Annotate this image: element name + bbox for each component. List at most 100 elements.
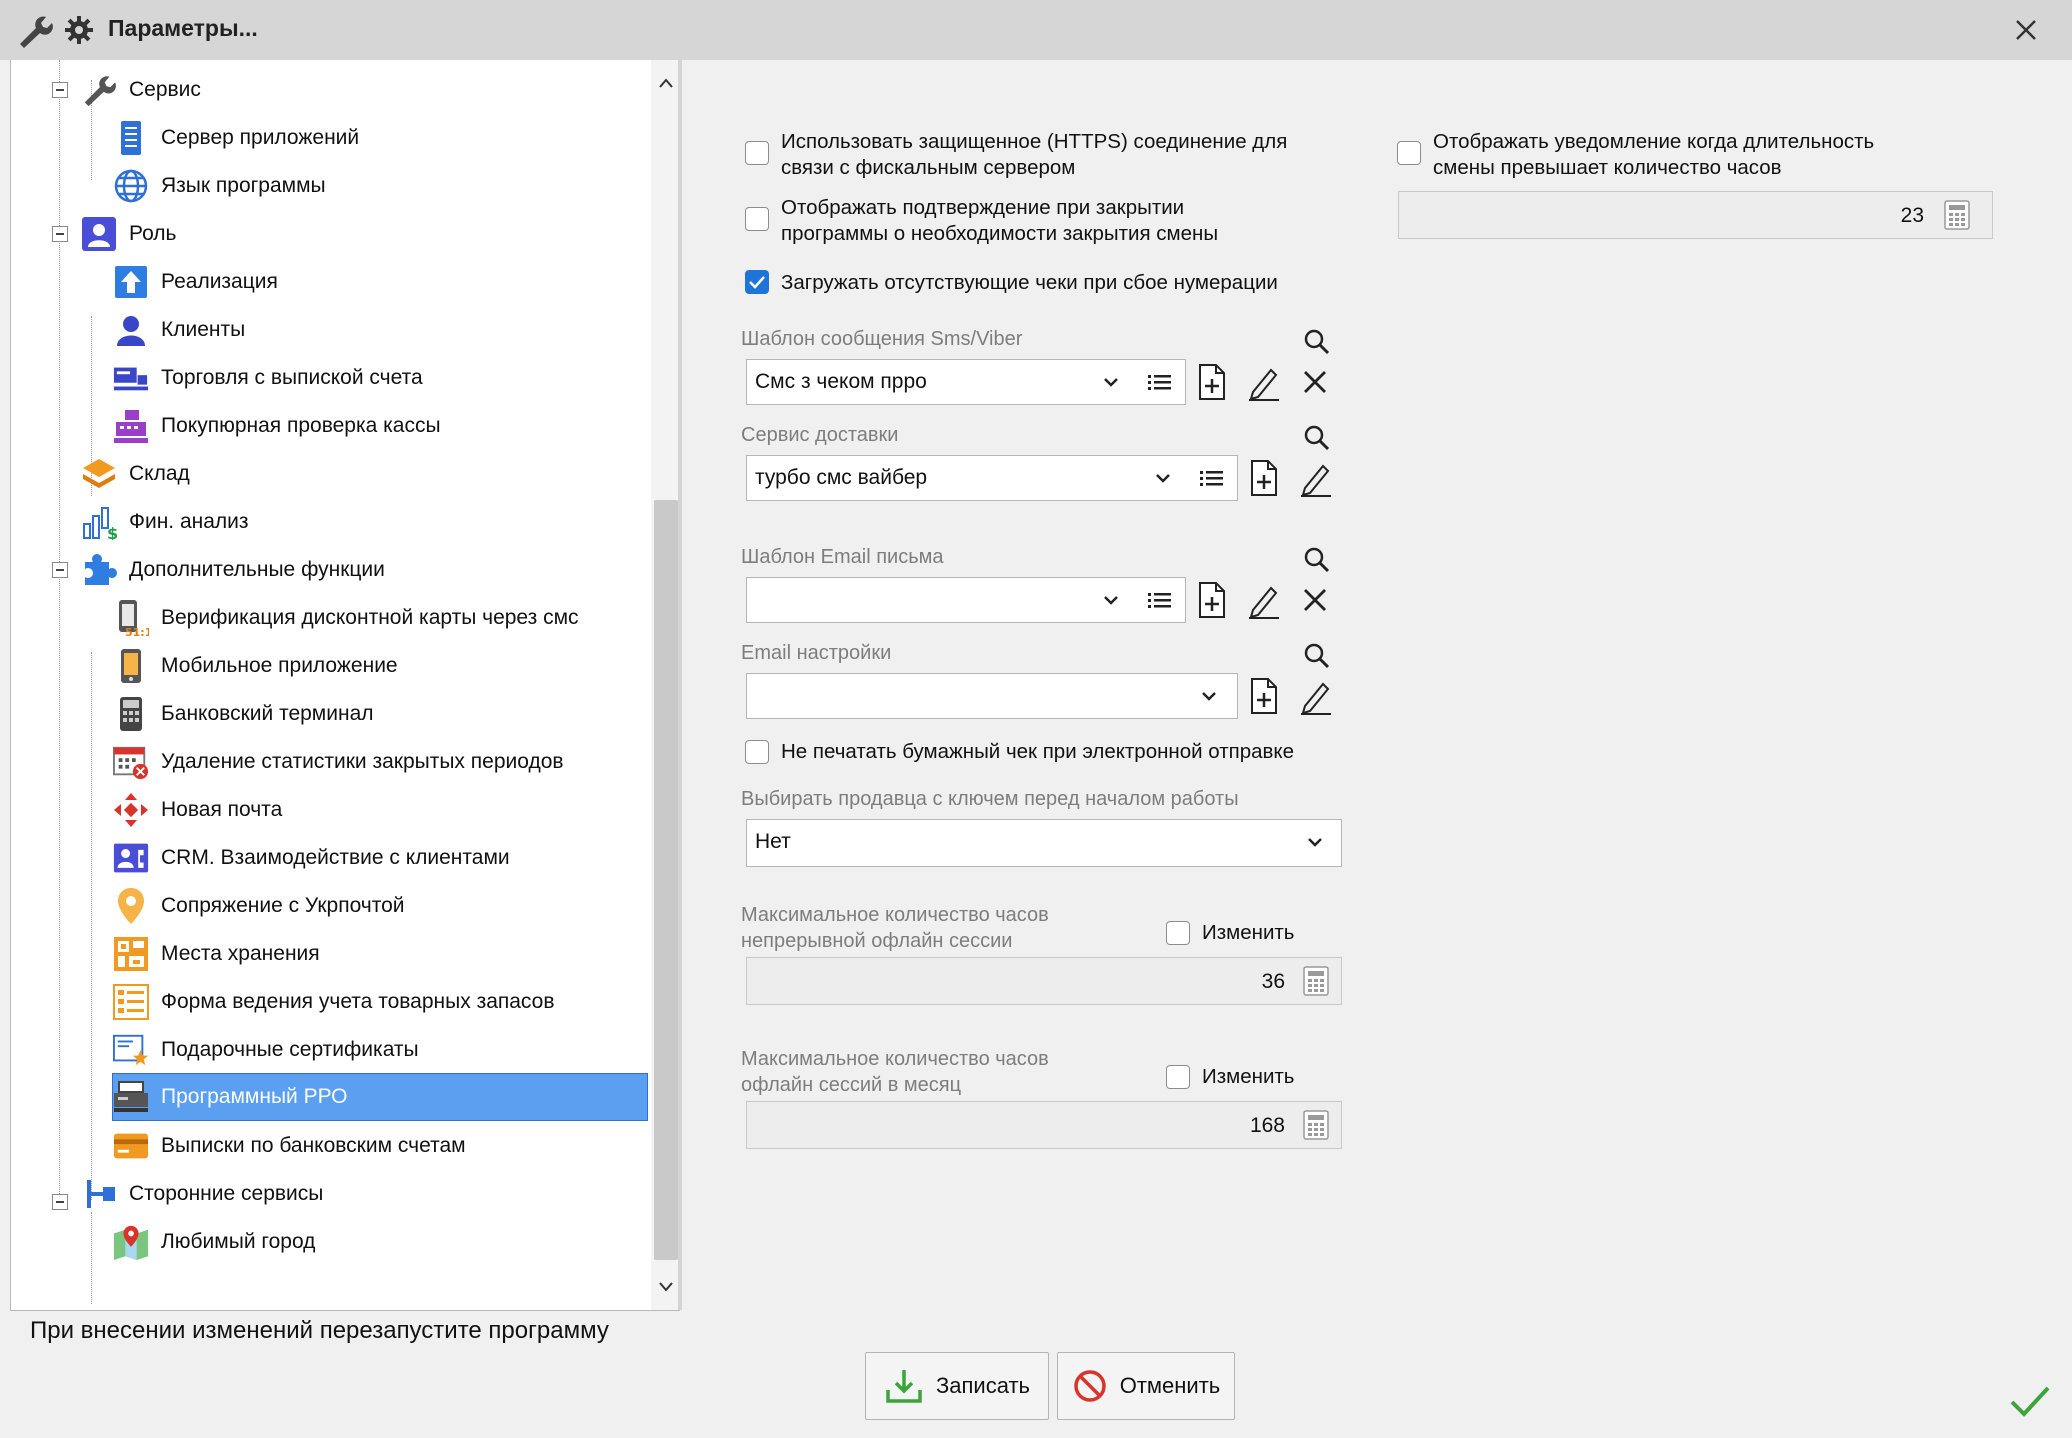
load-missing-checks-checkbox[interactable] xyxy=(745,270,769,294)
search-icon[interactable] xyxy=(1301,326,1333,358)
close-icon[interactable] xyxy=(2008,12,2044,48)
delivery-service-value: турбо смс вайбер xyxy=(755,466,928,489)
shift-notify-checkbox[interactable] xyxy=(1397,141,1421,165)
list-icon[interactable] xyxy=(1145,587,1175,615)
tree-item-label: Склад xyxy=(129,462,190,485)
edit-pencil-icon[interactable] xyxy=(1297,458,1333,498)
chevron-down-icon[interactable] xyxy=(1099,370,1123,394)
tree-item-label: Выписки по банковским счетам xyxy=(161,1134,466,1157)
search-icon[interactable] xyxy=(1301,640,1333,672)
chevron-down-icon[interactable] xyxy=(651,1272,680,1302)
tree-item-sms-verify[interactable]: 51:15 Верификация дисконтной карты через… xyxy=(113,596,581,640)
collapse-toggle[interactable] xyxy=(52,82,68,98)
edit-pencil-icon[interactable] xyxy=(1245,580,1281,620)
calculator-icon[interactable] xyxy=(1303,966,1329,996)
finance-chart-icon: $ xyxy=(81,504,117,540)
clear-x-icon[interactable] xyxy=(1299,582,1331,618)
tree-item-label: Сторонние сервисы xyxy=(129,1182,324,1205)
tree-item-crm[interactable]: CRM. Взаимодействие с клиентами xyxy=(113,836,512,880)
tree-item-role[interactable]: Роль xyxy=(81,212,179,256)
mobile-phone-icon xyxy=(113,648,149,684)
chevron-down-icon[interactable] xyxy=(1197,684,1221,708)
cancel-button[interactable]: Отменить xyxy=(1057,1352,1235,1420)
calculator-icon[interactable] xyxy=(1944,200,1970,230)
max-offline-month-field[interactable]: 168 xyxy=(746,1101,1342,1149)
save-button[interactable]: Записать xyxy=(865,1352,1049,1420)
calculator-icon[interactable] xyxy=(1303,1110,1329,1140)
no-paper-receipt-checkbox[interactable] xyxy=(745,740,769,764)
tree-item-label: Сопряжение с Укрпочтой xyxy=(161,894,405,917)
cash-register-icon xyxy=(113,408,149,444)
tree-item-label: Программный РРО xyxy=(161,1085,348,1108)
tree-scrollbar[interactable] xyxy=(651,60,680,1310)
max-offline-session-label: Максимальное количество часов непрерывно… xyxy=(741,902,1049,954)
tree-item-delete-stats[interactable]: Удаление статистики закрытых периодов xyxy=(113,740,566,784)
clear-x-icon[interactable] xyxy=(1299,364,1331,400)
gear-icon xyxy=(65,16,93,44)
tree-item-cash-check[interactable]: Покупюрная проверка кассы xyxy=(113,404,443,448)
search-icon[interactable] xyxy=(1301,422,1333,454)
tree-item-language[interactable]: Язык программы xyxy=(113,164,328,208)
collapse-toggle[interactable] xyxy=(52,226,68,242)
tree-item-bank-terminal[interactable]: Банковский терминал xyxy=(113,692,376,736)
tree-item-sales[interactable]: Реализация xyxy=(113,260,280,304)
cancel-button-label: Отменить xyxy=(1119,1373,1221,1398)
select-seller-select[interactable]: Нет xyxy=(746,819,1342,867)
wrench-icon xyxy=(81,72,117,108)
tree-item-invoice-trade[interactable]: Торговля с выпиской счета xyxy=(113,356,425,400)
chevron-up-icon[interactable] xyxy=(651,68,680,98)
email-template-select[interactable] xyxy=(746,577,1186,623)
tree-item-clients[interactable]: Клиенты xyxy=(113,308,247,352)
tree-item-nova-poshta[interactable]: Новая почта xyxy=(113,788,284,832)
edit-pencil-icon[interactable] xyxy=(1297,676,1333,716)
list-icon[interactable] xyxy=(1197,465,1227,493)
shift-hours-value: 23 xyxy=(1900,204,1924,227)
change-offline-month-checkbox[interactable] xyxy=(1166,1065,1190,1089)
new-document-icon[interactable] xyxy=(1246,676,1282,716)
label-line: офлайн сессий в месяц xyxy=(741,1074,962,1096)
https-checkbox[interactable] xyxy=(745,141,769,165)
list-icon[interactable] xyxy=(1145,369,1175,397)
chevron-down-icon[interactable] xyxy=(1303,830,1327,854)
collapse-toggle[interactable] xyxy=(52,1194,68,1210)
new-document-icon[interactable] xyxy=(1194,362,1230,402)
sms-template-label: Шаблон сообщения Sms/Viber xyxy=(741,328,1023,350)
collapse-toggle[interactable] xyxy=(52,562,68,578)
chevron-down-icon[interactable] xyxy=(1099,588,1123,612)
svg-text:51:15: 51:15 xyxy=(125,626,149,637)
max-offline-session-field[interactable]: 36 xyxy=(746,957,1342,1005)
new-document-icon[interactable] xyxy=(1194,580,1230,620)
tree-item-fin-analysis[interactable]: $ Фин. анализ xyxy=(81,500,251,544)
tree-item-label: Клиенты xyxy=(161,318,246,341)
tree-item-warehouse[interactable]: Склад xyxy=(81,452,192,496)
delivery-service-select[interactable]: турбо смс вайбер xyxy=(746,455,1238,501)
map-city-icon xyxy=(113,1224,149,1260)
tree-item-ukrposhta[interactable]: Сопряжение с Укрпочтой xyxy=(113,884,407,928)
tree-item-bank-statements[interactable]: Выписки по банковским счетам xyxy=(113,1124,468,1168)
tree-item-favorite-city[interactable]: Любимый город xyxy=(113,1220,317,1264)
tree-item-label: Верификация дисконтной карты через смс xyxy=(161,606,579,629)
scrollbar-thumb[interactable] xyxy=(654,500,678,1260)
email-settings-select[interactable] xyxy=(746,673,1238,719)
label-line: Отображать подтверждение при закрытии xyxy=(781,196,1185,219)
tree-item-mobile-app[interactable]: Мобильное приложение xyxy=(113,644,400,688)
tree-item-third-party[interactable]: Сторонние сервисы xyxy=(81,1172,325,1216)
sms-template-select[interactable]: Смс з чеком прро xyxy=(746,359,1186,405)
label-line: программы о необходимости закрытия смены xyxy=(781,222,1219,245)
tree-item-service[interactable]: Сервис xyxy=(81,68,203,112)
tree-item-inventory-form[interactable]: Форма ведения учета товарных запасов xyxy=(113,980,557,1024)
edit-pencil-icon[interactable] xyxy=(1245,362,1281,402)
new-document-icon[interactable] xyxy=(1246,458,1282,498)
chevron-down-icon[interactable] xyxy=(1151,466,1175,490)
confirm-close-checkbox[interactable] xyxy=(745,207,769,231)
tree-item-extra-functions[interactable]: Дополнительные функции xyxy=(81,548,387,592)
panel-splitter[interactable] xyxy=(678,60,682,1310)
globe-icon xyxy=(113,168,149,204)
tree-item-gift-certificates[interactable]: Подарочные сертификаты xyxy=(113,1028,421,1072)
shift-hours-field[interactable]: 23 xyxy=(1398,191,1993,239)
tree-item-software-rro[interactable]: Программный РРО xyxy=(112,1073,648,1121)
tree-item-storage-places[interactable]: Места хранения xyxy=(113,932,322,976)
tree-item-app-server[interactable]: Сервер приложений xyxy=(113,116,361,160)
search-icon[interactable] xyxy=(1301,544,1333,576)
change-offline-session-checkbox[interactable] xyxy=(1166,921,1190,945)
